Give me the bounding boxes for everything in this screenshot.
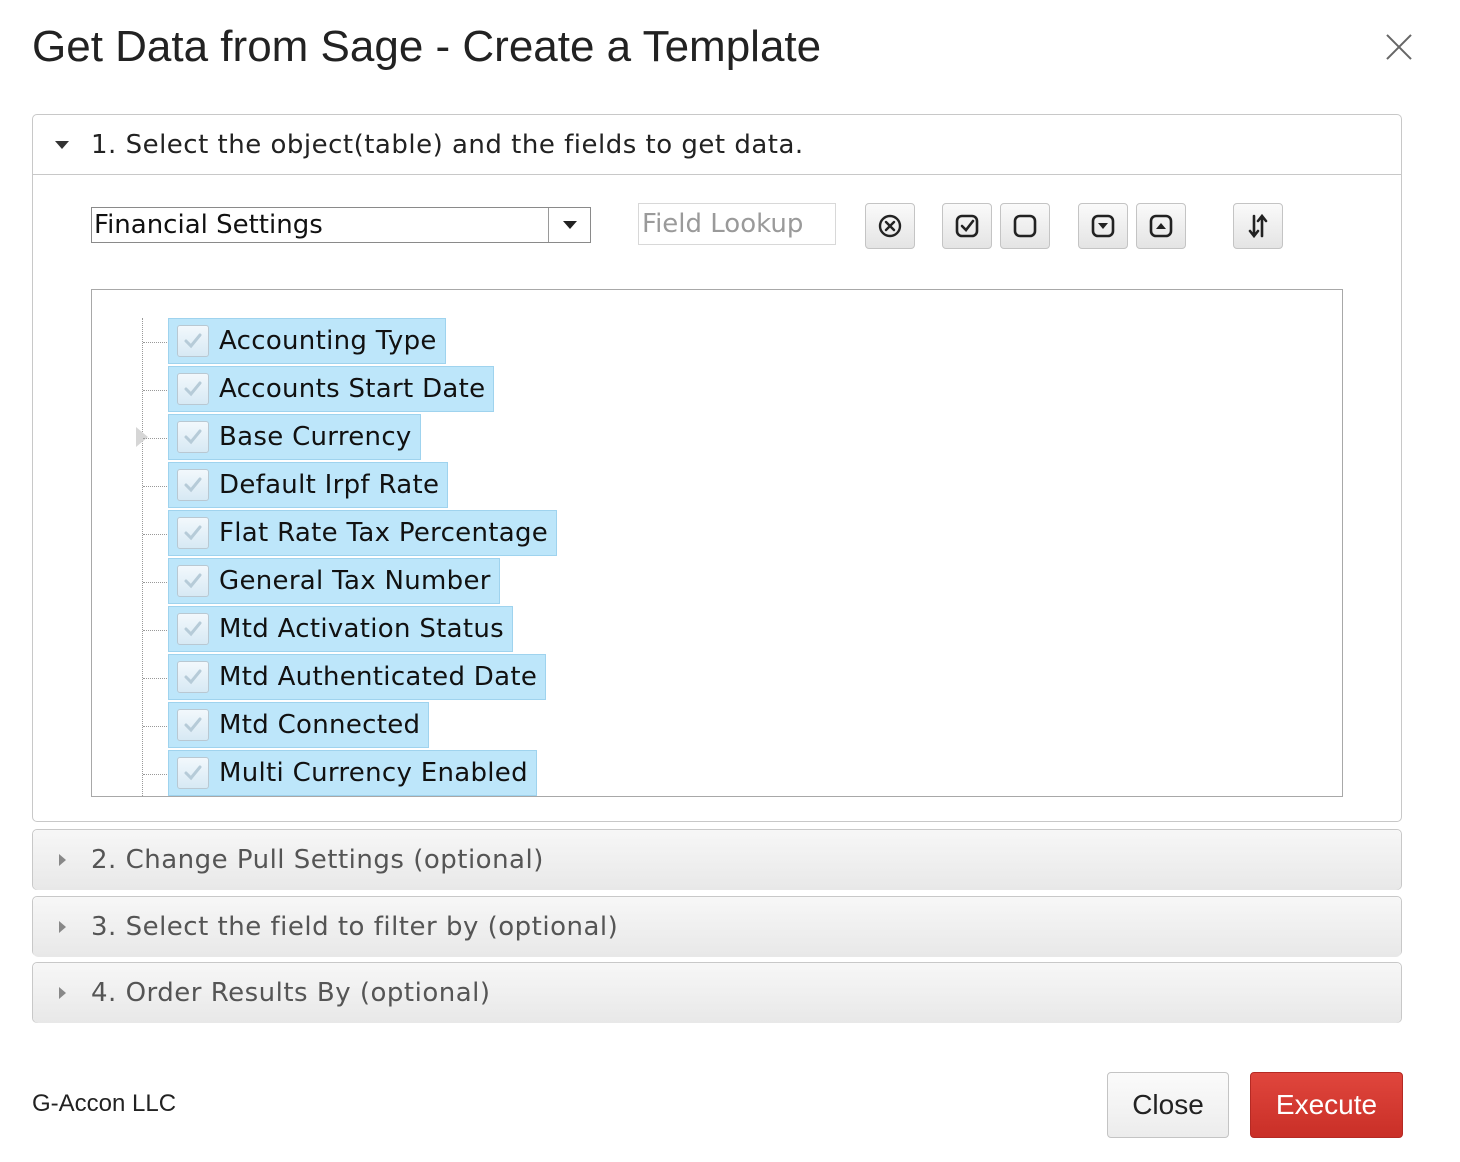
checkbox-empty-icon <box>1013 214 1037 238</box>
checkbox-checked-icon[interactable] <box>177 421 209 453</box>
section-3-title: 3. Select the field to filter by (option… <box>91 912 619 942</box>
field-item[interactable]: Accounts Start Date <box>143 366 495 412</box>
circle-x-icon <box>878 214 902 238</box>
expand-node-icon[interactable] <box>136 427 148 447</box>
caret-up-box-icon <box>1149 214 1173 238</box>
checkbox-checked-icon[interactable] <box>177 517 209 549</box>
section-4-title: 4. Order Results By (optional) <box>91 978 491 1008</box>
field-label: Multi Currency Enabled <box>219 758 528 788</box>
field-label: Mtd Connected <box>219 710 421 740</box>
section-3-header[interactable]: 3. Select the field to filter by (option… <box>33 897 1401 957</box>
field-item[interactable]: General Tax Number <box>143 558 500 604</box>
field-label: Accounting Type <box>219 326 437 356</box>
dialog-title: Get Data from Sage - Create a Template <box>32 22 822 71</box>
section-4-header[interactable]: 4. Order Results By (optional) <box>33 963 1401 1023</box>
collapsed-arrow-icon <box>33 921 91 933</box>
sort-button[interactable] <box>1233 203 1283 249</box>
collapsed-arrow-icon <box>33 854 91 866</box>
field-label: General Tax Number <box>219 566 491 596</box>
checkbox-checked-icon <box>955 214 979 238</box>
checkbox-checked-icon[interactable] <box>177 325 209 357</box>
checkbox-checked-icon[interactable] <box>177 565 209 597</box>
collapsed-arrow-icon <box>33 987 91 999</box>
field-item[interactable]: Mtd Connected <box>143 702 430 748</box>
clear-lookup-button[interactable] <box>865 203 915 249</box>
field-tree[interactable]: Accounting Type Accounts Start Date Base… <box>91 289 1343 797</box>
caret-down-box-icon <box>1091 214 1115 238</box>
collapse-all-button[interactable] <box>1136 203 1186 249</box>
section-2-title: 2. Change Pull Settings (optional) <box>91 845 544 875</box>
expanded-arrow-icon <box>33 140 91 149</box>
field-label: Mtd Activation Status <box>219 614 504 644</box>
execute-button[interactable]: Execute <box>1250 1072 1403 1138</box>
expand-all-button[interactable] <box>1078 203 1128 249</box>
field-item[interactable]: Mtd Authenticated Date <box>143 654 547 700</box>
close-button[interactable]: Close <box>1107 1072 1229 1138</box>
check-all-button[interactable] <box>942 203 992 249</box>
dropdown-caret-icon[interactable] <box>548 208 590 242</box>
section-1-title: 1. Select the object(table) and the fiel… <box>91 129 804 160</box>
close-icon[interactable] <box>1380 28 1418 66</box>
object-select[interactable]: Financial Settings <box>91 207 591 243</box>
field-item[interactable]: Base Currency <box>143 414 421 460</box>
field-label: Flat Rate Tax Percentage <box>219 518 549 548</box>
field-label: Mtd Authenticated Date <box>219 662 538 692</box>
object-select-value: Financial Settings <box>94 210 323 240</box>
section-1-header[interactable]: 1. Select the object(table) and the fiel… <box>33 115 1401 175</box>
checkbox-checked-icon[interactable] <box>177 661 209 693</box>
field-label: Default Irpf Rate <box>219 470 440 500</box>
field-lookup-input[interactable] <box>638 203 836 245</box>
sort-arrows-icon <box>1248 213 1268 239</box>
checkbox-checked-icon[interactable] <box>177 757 209 789</box>
checkbox-checked-icon[interactable] <box>177 469 209 501</box>
field-label: Base Currency <box>219 422 412 452</box>
section-pull-settings: 2. Change Pull Settings (optional) <box>32 829 1402 890</box>
checkbox-checked-icon[interactable] <box>177 709 209 741</box>
uncheck-all-button[interactable] <box>1000 203 1050 249</box>
brand-label: G-Accon LLC <box>32 1090 177 1117</box>
field-item[interactable]: Accounting Type <box>143 318 446 364</box>
field-item[interactable]: Flat Rate Tax Percentage <box>143 510 558 556</box>
field-item[interactable]: Multi Currency Enabled <box>143 750 537 796</box>
checkbox-checked-icon[interactable] <box>177 373 209 405</box>
field-item[interactable]: Default Irpf Rate <box>143 462 449 508</box>
section-filter: 3. Select the field to filter by (option… <box>32 896 1402 957</box>
checkbox-checked-icon[interactable] <box>177 613 209 645</box>
section-order: 4. Order Results By (optional) <box>32 962 1402 1023</box>
field-label: Accounts Start Date <box>219 374 486 404</box>
section-2-header[interactable]: 2. Change Pull Settings (optional) <box>33 830 1401 890</box>
field-item[interactable]: Mtd Activation Status <box>143 606 513 652</box>
section-select-object: 1. Select the object(table) and the fiel… <box>32 114 1402 822</box>
